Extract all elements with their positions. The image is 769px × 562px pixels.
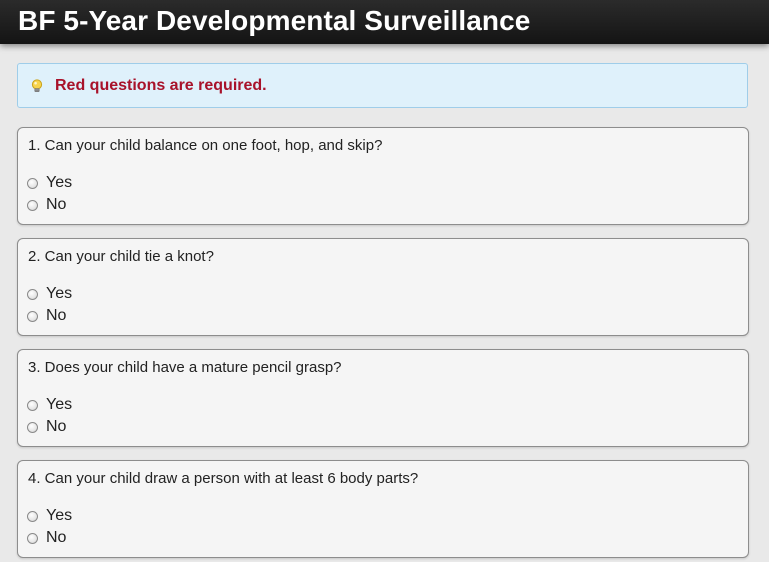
question-text: 4. Can your child draw a person with at …: [28, 470, 419, 487]
option-label: No: [46, 529, 67, 546]
option-label: No: [46, 418, 67, 435]
question-card-3: 3. Does your child have a mature pencil …: [17, 349, 749, 447]
option-no[interactable]: No: [27, 529, 66, 547]
option-yes[interactable]: Yes: [27, 396, 72, 414]
option-label: Yes: [46, 507, 73, 524]
option-label: No: [46, 196, 67, 213]
radio-button[interactable]: [27, 532, 38, 544]
radio-button[interactable]: [27, 310, 38, 322]
option-yes[interactable]: Yes: [27, 174, 72, 192]
radio-button[interactable]: [27, 199, 38, 211]
option-label: Yes: [46, 174, 73, 191]
question-text: 3. Does your child have a mature pencil …: [28, 359, 342, 376]
radio-button[interactable]: [27, 288, 38, 300]
page-title: BF 5-Year Developmental Surveillance: [18, 5, 531, 36]
radio-button[interactable]: [27, 399, 38, 411]
option-no[interactable]: No: [27, 307, 66, 325]
option-label: Yes: [46, 396, 73, 413]
radio-button[interactable]: [27, 177, 38, 189]
question-card-4: 4. Can your child draw a person with at …: [17, 460, 749, 558]
option-no[interactable]: No: [27, 196, 66, 214]
radio-button[interactable]: [27, 510, 38, 522]
option-no[interactable]: No: [27, 418, 66, 436]
option-yes[interactable]: Yes: [27, 285, 72, 303]
page-header: BF 5-Year Developmental Surveillance: [0, 0, 769, 44]
question-card-2: 2. Can your child tie a knot? Yes No: [17, 238, 749, 336]
option-yes[interactable]: Yes: [27, 507, 72, 525]
question-text: 1. Can your child balance on one foot, h…: [28, 137, 383, 154]
lightbulb-icon: [31, 78, 43, 92]
question-card-1: 1. Can your child balance on one foot, h…: [17, 127, 749, 225]
option-label: No: [46, 307, 67, 324]
question-text: 2. Can your child tie a knot?: [28, 248, 214, 265]
option-label: Yes: [46, 285, 73, 302]
radio-button[interactable]: [27, 421, 38, 433]
required-notice: Red questions are required.: [17, 63, 748, 108]
required-notice-text: Red questions are required.: [55, 76, 267, 94]
